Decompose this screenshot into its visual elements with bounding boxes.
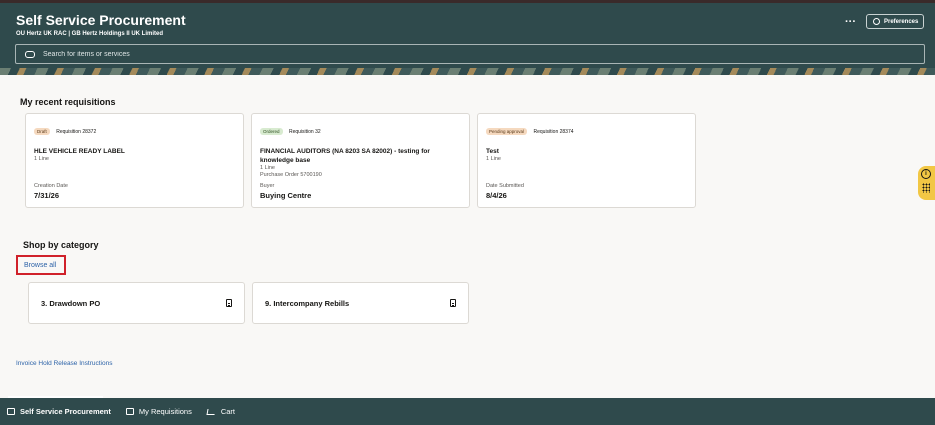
nav-my-requisitions[interactable]: My Requisitions — [125, 407, 192, 416]
store-icon — [7, 408, 15, 415]
recent-requisitions-title: My recent requisitions — [20, 97, 116, 107]
meta-value: Buying Centre — [260, 191, 312, 200]
preferences-button[interactable]: Preferences — [866, 14, 924, 29]
search-bar[interactable] — [15, 44, 925, 64]
cart-icon — [206, 408, 216, 415]
document-icon — [450, 299, 456, 307]
meta-label: Buyer — [260, 183, 275, 189]
decorative-banner — [0, 68, 935, 75]
meta-value: 8/4/26 — [486, 191, 507, 200]
line-count: 1 Line — [34, 156, 49, 162]
nav-label: Self Service Procurement — [20, 407, 111, 416]
requisition-title[interactable]: Test — [486, 147, 687, 156]
requisition-title[interactable]: HLE VEHICLE READY LABEL — [34, 147, 235, 156]
requisition-title[interactable]: FINANCIAL AUDITORS (NA 8203 SA 82002) - … — [260, 147, 461, 165]
document-icon — [226, 299, 232, 307]
app-title: Self Service Procurement — [16, 12, 186, 28]
purchase-order: Purchase Order 5700190 — [260, 172, 322, 178]
nav-label: Cart — [220, 407, 235, 416]
status-badge: Draft — [34, 128, 50, 136]
gear-icon — [873, 18, 880, 25]
business-unit-subtitle: OU Hertz UK RAC | GB Hertz Holdings II U… — [16, 31, 164, 37]
side-help-widget[interactable]: i — [918, 166, 935, 200]
nav-cart[interactable]: Cart — [206, 407, 235, 416]
category-card[interactable]: 9. Intercompany Rebills — [252, 282, 469, 324]
meta-label: Date Submitted — [486, 183, 524, 189]
requisition-card[interactable]: Pending approval Requisition 28374 Test … — [477, 113, 696, 208]
category-card[interactable]: 3. Drawdown PO — [28, 282, 245, 324]
app-header: Self Service Procurement OU Hertz UK RAC… — [0, 3, 935, 70]
invoice-hold-link[interactable]: Invoice Hold Release Instructions — [16, 360, 112, 367]
grid-menu-icon[interactable] — [922, 183, 930, 193]
category-name: 3. Drawdown PO — [41, 298, 101, 308]
line-count: 1 Line — [486, 156, 501, 162]
status-badge: Ordered — [260, 128, 283, 136]
meta-value: 7/31/26 — [34, 191, 60, 200]
more-options-icon[interactable]: ··· — [845, 16, 856, 28]
requisition-card[interactable]: Ordered Requisition 32 FINANCIAL AUDITOR… — [251, 113, 470, 208]
requisition-number: Requisition 28374 — [533, 128, 574, 135]
category-name: 9. Intercompany Rebills — [265, 298, 350, 308]
requisition-number: Requisition 28372 — [56, 128, 97, 135]
list-icon — [125, 408, 134, 415]
preferences-label: Preferences — [884, 18, 919, 25]
info-icon[interactable]: i — [921, 169, 931, 179]
bottom-navigation: Self Service Procurement My Requisitions… — [0, 398, 935, 425]
requisition-card[interactable]: Draft Requisition 28372 HLE VEHICLE READ… — [25, 113, 244, 208]
nav-self-service-procurement[interactable]: Self Service Procurement — [7, 407, 111, 416]
status-badge: Pending approval — [486, 128, 528, 136]
search-icon — [25, 50, 35, 58]
nav-label: My Requisitions — [138, 407, 192, 416]
requisition-number: Requisition 32 — [288, 128, 321, 135]
search-input[interactable] — [41, 49, 345, 59]
browse-all-link[interactable]: Browse all — [16, 255, 66, 275]
line-count: 1 Line — [260, 165, 275, 171]
shop-by-category-title: Shop by category — [23, 240, 99, 250]
meta-label: Creation Date — [34, 183, 68, 189]
